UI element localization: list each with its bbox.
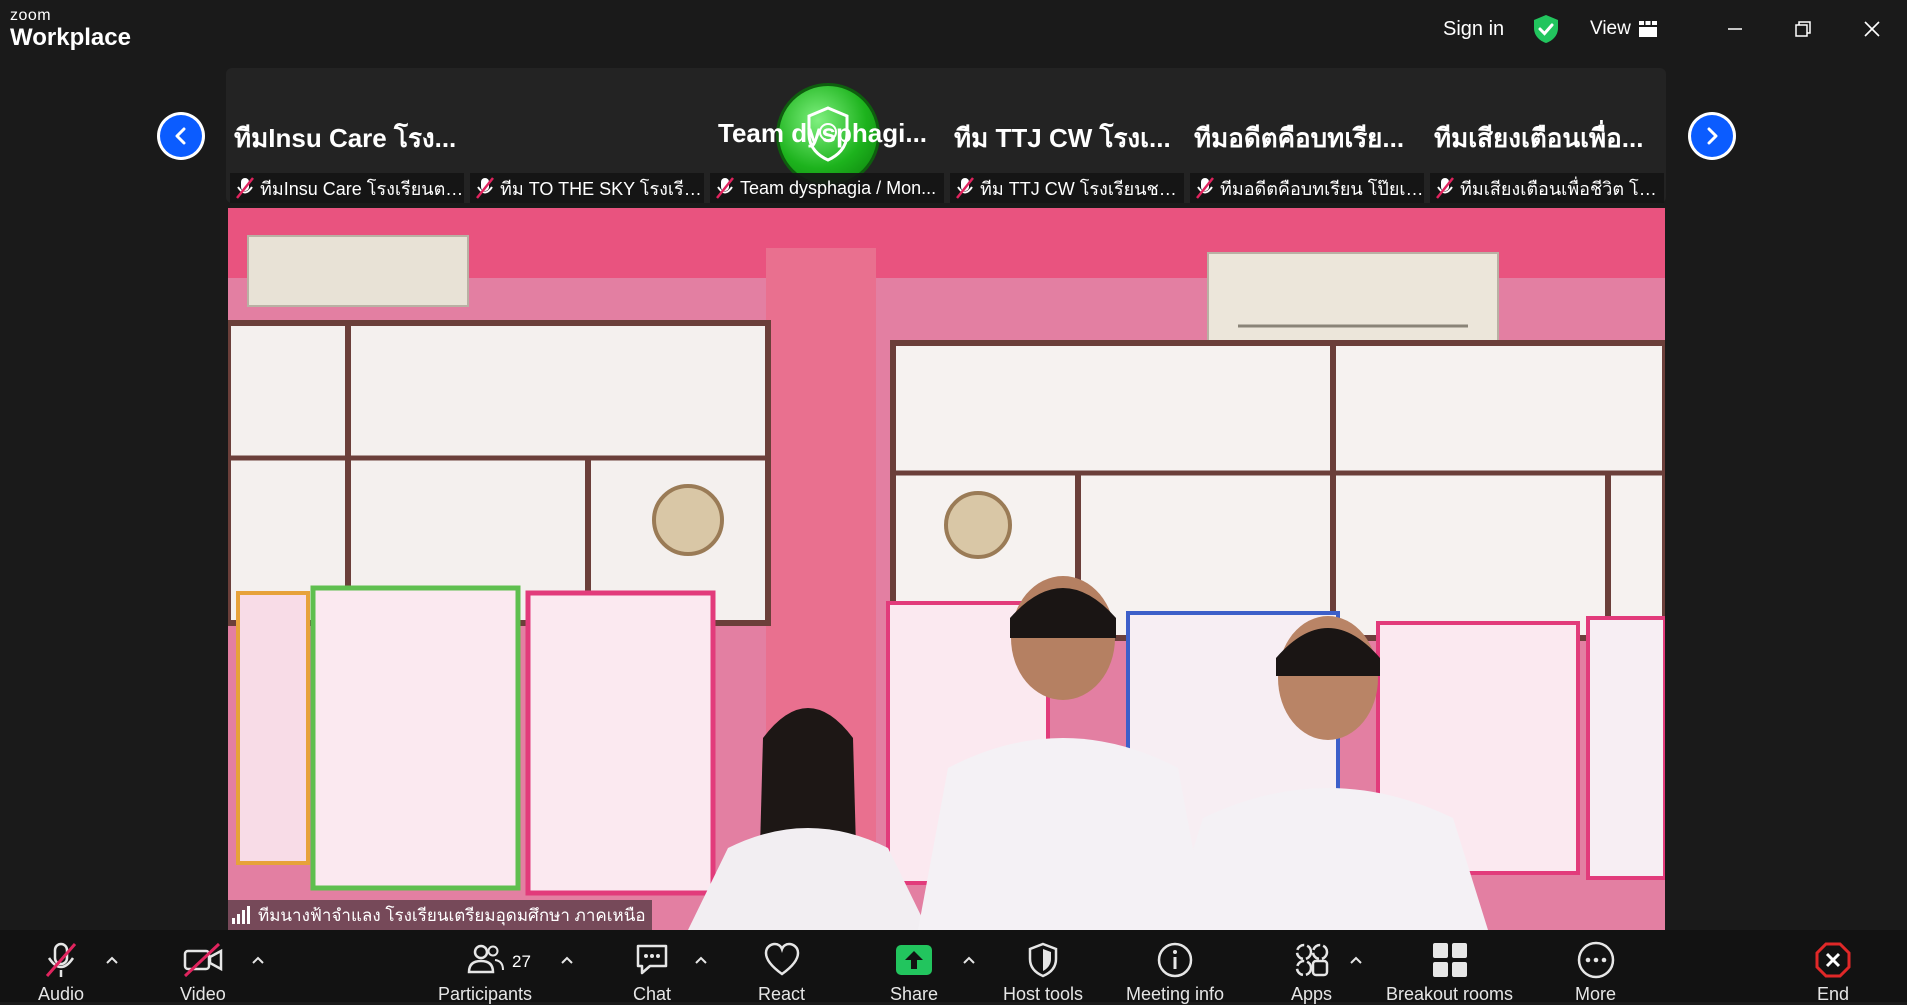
audio-options-chevron-icon[interactable] <box>105 955 119 965</box>
tile-name: ทีมอดีตคือบทเรีย... <box>1194 123 1405 153</box>
audio-button[interactable]: Audio <box>38 940 84 1005</box>
video-options-chevron-icon[interactable] <box>251 955 265 965</box>
chat-options-chevron-icon[interactable] <box>694 955 708 965</box>
apps-options-chevron-icon[interactable] <box>1349 955 1363 965</box>
active-speaker-label: ทีมนางฟ้าจำแลง โรงเรียนเตรียมอุดมศึกษา ภ… <box>228 900 652 930</box>
mic-muted-icon <box>716 177 734 199</box>
tile-label-text: ทีมInsu Care โรงเรียนตา... <box>260 178 464 199</box>
host-tools-button[interactable]: Host tools <box>1003 940 1083 1005</box>
participant-tile[interactable]: ทีมอดีตคือบทเรีย... ทีมอดีตคือบทเรียน โป… <box>1188 68 1425 203</box>
restore-icon[interactable] <box>1788 14 1818 44</box>
tile-label: ทีมInsu Care โรงเรียนตา... <box>230 173 464 203</box>
heart-icon <box>764 942 799 976</box>
minimize-icon[interactable] <box>1720 14 1750 44</box>
share-button[interactable]: Share <box>890 940 938 1005</box>
tile-label: Team dysphagia / Mon... <box>710 173 944 203</box>
logo-small-text: zoom <box>10 7 52 24</box>
mic-muted-icon <box>956 177 974 199</box>
mic-muted-icon <box>1436 177 1454 199</box>
view-label: View <box>1590 18 1631 39</box>
grid-view-icon <box>1638 21 1657 37</box>
camera-off-icon <box>183 942 223 978</box>
tile-name: Team dysphagi... <box>718 118 928 148</box>
tile-label-text: ทีม TO THE SKY โรงเรียน... <box>500 178 704 199</box>
chat-icon <box>636 944 668 975</box>
meeting-toolbar <box>0 930 1907 1002</box>
tile-name: ทีมเสียงเตือนเพื่อ... <box>1434 123 1644 153</box>
share-options-chevron-icon[interactable] <box>962 955 976 965</box>
tile-name: ทีมInsu Care โรง... <box>234 123 457 153</box>
participant-tile[interactable]: Team dysphagi... Team dysphagia / Mon... <box>708 68 945 203</box>
react-button[interactable]: React <box>758 940 805 1005</box>
tile-label-text: ทีม TTJ CW โรงเรียนชาติ... <box>980 178 1184 199</box>
app-logo: zoom Workplace <box>10 8 131 50</box>
apps-button[interactable]: Apps <box>1291 940 1332 1005</box>
apps-icon <box>1295 943 1328 977</box>
logo-big-text: Workplace <box>10 24 131 51</box>
participants-count: 27 <box>512 952 531 971</box>
chevron-right-icon <box>1707 127 1718 145</box>
tile-name: ทีม TTJ CW โรงเ... <box>954 123 1171 153</box>
video-button[interactable]: Video <box>180 940 226 1005</box>
info-icon <box>1157 942 1193 978</box>
shield-icon <box>1028 942 1058 978</box>
tile-label-text: Team dysphagia / Mon... <box>740 177 937 198</box>
participant-tile[interactable]: ทีมเสียงเตือนเพื่อ... ทีมเสียงเตือนเพื่อ… <box>1428 68 1665 203</box>
title-bar: zoom Workplace Sign in View <box>0 0 1907 60</box>
breakout-rooms-button[interactable]: Breakout rooms <box>1386 940 1513 1005</box>
mic-muted-icon <box>45 942 77 977</box>
gallery-next-button[interactable] <box>1688 112 1736 160</box>
gallery-prev-button[interactable] <box>157 112 205 160</box>
signal-strength-icon <box>232 906 250 924</box>
video-frame-image <box>228 208 1665 930</box>
end-icon <box>1815 942 1851 978</box>
participants-options-chevron-icon[interactable] <box>560 955 574 965</box>
breakout-rooms-icon <box>1432 943 1467 977</box>
participant-tile[interactable]: ทีม TTJ CW โรงเ... ทีม TTJ CW โรงเรียนชา… <box>948 68 1185 203</box>
sign-in-link[interactable]: Sign in <box>1443 18 1504 41</box>
tile-label: ทีม TTJ CW โรงเรียนชาติ... <box>950 173 1184 203</box>
active-speaker-video[interactable] <box>228 208 1665 930</box>
participants-button[interactable]: Participants <box>438 940 532 1005</box>
tile-label-text: ทีมอดีตคือบทเรียน โป๊ยเซี... <box>1220 178 1424 199</box>
mic-muted-icon <box>1196 177 1214 199</box>
security-shield-icon[interactable] <box>1532 14 1560 44</box>
more-button[interactable]: More <box>1575 940 1616 1005</box>
tile-label-text: ทีมเสียงเตือนเพื่อชีวิต โรงเรี... <box>1460 178 1664 199</box>
tile-label: ทีมเสียงเตือนเพื่อชีวิต โรงเรี... <box>1430 173 1664 203</box>
speaker-name: ทีมนางฟ้าจำแลง โรงเรียนเตรียมอุดมศึกษา ภ… <box>258 905 646 925</box>
mic-muted-icon <box>236 177 254 199</box>
mic-muted-icon <box>476 177 494 199</box>
participants-icon <box>467 944 505 974</box>
close-icon[interactable] <box>1857 14 1887 44</box>
view-button[interactable]: View <box>1590 18 1657 40</box>
chat-button[interactable]: Chat <box>632 940 672 1005</box>
meeting-info-button[interactable]: Meeting info <box>1126 940 1224 1005</box>
share-screen-icon <box>896 945 933 975</box>
end-meeting-button[interactable]: End <box>1813 940 1853 1005</box>
participant-tile[interactable]: ทีม TO THE SKY โรงเรียน... <box>468 68 880 203</box>
tile-label: ทีมอดีตคือบทเรียน โป๊ยเซี... <box>1190 173 1424 203</box>
tile-label: ทีม TO THE SKY โรงเรียน... <box>470 173 704 203</box>
more-icon <box>1577 941 1614 979</box>
chevron-left-icon <box>175 127 186 145</box>
participant-tile[interactable]: ทีมInsu Care โรง... ทีมInsu Care โรงเรีย… <box>228 68 465 203</box>
